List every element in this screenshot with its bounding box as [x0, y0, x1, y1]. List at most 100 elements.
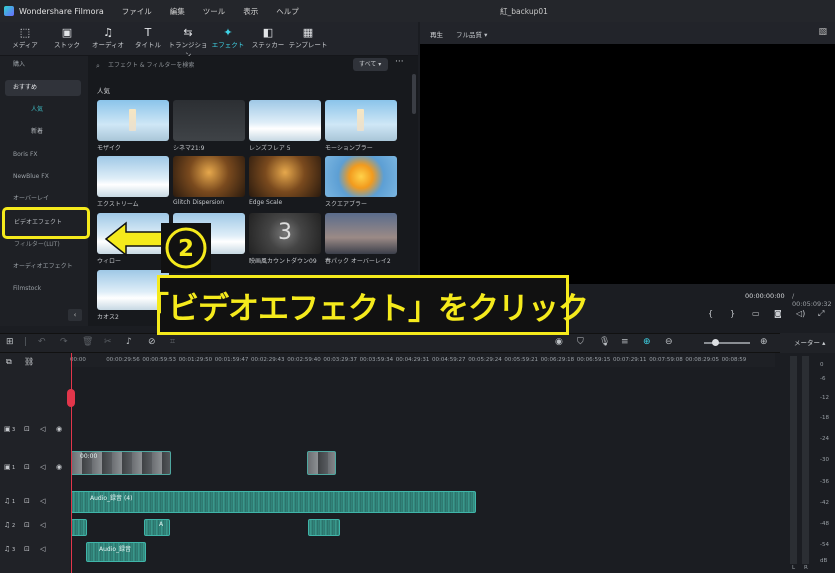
lock-icon[interactable]: ⊡ — [24, 545, 30, 553]
template-icon: ▦ — [302, 26, 314, 39]
tab-sticker[interactable]: ◧ ステッカー — [248, 26, 288, 49]
total-time: / 00:05:09:32 — [792, 292, 832, 308]
eye-icon[interactable]: ◉ — [56, 463, 62, 471]
menu-edit[interactable]: 編集 — [170, 6, 185, 17]
effect-card-extreme[interactable] — [97, 156, 169, 197]
tab-title[interactable]: T タイトル — [128, 26, 168, 49]
zoom-slider-knob[interactable] — [712, 339, 719, 346]
quality-dropdown[interactable]: フル品質 ▾ — [456, 29, 487, 39]
track-header-audio-3: ♫ 3 ⊡ ◁ — [0, 545, 70, 557]
lock-icon[interactable]: ⊡ — [24, 463, 30, 471]
sidebar-item-audio-effect[interactable]: オーディオエフェクト — [5, 259, 81, 275]
lock-icon[interactable]: ⊡ — [24, 425, 30, 433]
mark-in-icon[interactable]: { — [708, 309, 713, 318]
search-icon: ⌕ — [96, 62, 100, 70]
audio-clip[interactable] — [71, 519, 87, 536]
mute-icon[interactable]: ◁ — [40, 521, 45, 529]
effect-card-spring-overlay[interactable] — [325, 213, 397, 254]
menu-view[interactable]: 表示 — [243, 6, 258, 17]
meter-header[interactable]: メーター ▴ — [780, 333, 835, 353]
effect-card-edge-scale[interactable] — [249, 156, 321, 197]
camera-icon[interactable]: ◙ — [774, 309, 782, 318]
menu-file[interactable]: ファイル — [122, 6, 152, 17]
tab-audio[interactable]: ♫ オーディオ — [88, 26, 128, 49]
sidebar-item-purchased[interactable]: 購入 — [5, 57, 81, 73]
sidebar-item-popular[interactable]: 人気 — [5, 102, 81, 118]
delete-icon[interactable]: 🗑 — [82, 337, 93, 347]
audio-clip[interactable]: Audio_録音 — [86, 542, 146, 562]
sidebar-item-new[interactable]: 新着 — [5, 124, 81, 140]
mute-icon[interactable]: ◁ — [40, 463, 45, 471]
lock-icon[interactable]: ⊡ — [24, 497, 30, 505]
tab-transition[interactable]: ⇆ トランジション — [168, 26, 208, 59]
sidebar-item-filter-lut[interactable]: フィルター(LUT) — [14, 239, 60, 248]
snapshot-icon[interactable]: ▧ — [818, 27, 827, 37]
tab-stock[interactable]: ▣ ストック — [47, 26, 87, 49]
playback-tab[interactable]: 再生 — [430, 29, 443, 39]
mic-icon[interactable]: 🎙 — [599, 337, 610, 347]
menu-help[interactable]: ヘルプ — [276, 6, 299, 17]
audio-clip[interactable]: Audio_録音 (4) — [71, 491, 476, 513]
effect-card-square-blur[interactable] — [325, 156, 397, 197]
mark-out-icon[interactable]: } — [730, 309, 735, 318]
tab-template[interactable]: ▦ テンプレート — [288, 26, 328, 49]
playhead-handle[interactable] — [67, 389, 75, 407]
effect-card-lens-flare[interactable] — [249, 100, 321, 141]
undo-icon[interactable]: ↶ — [38, 337, 46, 347]
display-icon[interactable]: ▭ — [752, 309, 760, 318]
effect-label: Glitch Dispersion — [173, 199, 224, 206]
highlight-box — [2, 207, 90, 239]
fullscreen-icon[interactable]: ⤢ — [818, 309, 824, 319]
effect-card-cinema[interactable] — [173, 100, 245, 141]
render-icon[interactable]: ◉ — [555, 337, 563, 347]
filter-dropdown[interactable]: すべて ▾ — [353, 58, 388, 71]
mixer-icon[interactable]: ≡ — [621, 337, 629, 347]
cut-icon[interactable]: ✂ — [104, 337, 112, 347]
collapse-sidebar-button[interactable]: ‹ — [68, 309, 82, 321]
split-icon[interactable]: ⊘ — [148, 337, 156, 347]
layout-icon[interactable]: ⊞ — [6, 337, 14, 347]
more-options-icon[interactable]: ··· — [395, 57, 404, 67]
link-icon[interactable]: ⛓ — [24, 357, 34, 366]
audio-clip[interactable]: A — [144, 519, 170, 536]
browser-scrollbar[interactable] — [412, 74, 416, 114]
eye-icon[interactable]: ◉ — [56, 425, 62, 433]
redo-icon[interactable]: ↷ — [60, 337, 68, 347]
sidebar-item-newblue-fx[interactable]: NewBlue FX — [5, 169, 81, 185]
sidebar-item-boris-fx[interactable]: Boris FX — [5, 147, 81, 163]
sidebar-item-filmstock[interactable]: Filmstock — [5, 281, 81, 297]
tab-media[interactable]: ⬚ メディア — [5, 26, 45, 49]
sidebar-item-overlay[interactable]: オーバーレイ — [5, 191, 81, 207]
sidebar-item-recommended[interactable]: おすすめ — [5, 80, 81, 96]
timeline-tracks[interactable] — [70, 367, 775, 573]
preview-screen — [420, 44, 835, 284]
playhead[interactable] — [71, 353, 72, 573]
search-input[interactable]: ⌕ エフェクト & フィルターを検索 — [92, 59, 350, 73]
audio-clip[interactable] — [308, 519, 340, 536]
zoom-in-icon[interactable]: ⊕ — [760, 337, 768, 347]
mute-icon[interactable]: ◁ — [40, 545, 45, 553]
audio-stretch-icon[interactable]: ♪ — [126, 337, 132, 347]
video-clip[interactable] — [307, 451, 336, 475]
effect-card-mosaic[interactable] — [97, 100, 169, 141]
volume-icon[interactable]: ◁) — [796, 309, 805, 318]
menu-tools[interactable]: ツール — [203, 6, 226, 17]
video-clip[interactable]: 00:00 — [71, 451, 171, 475]
effect-card-countdown[interactable]: 3 — [249, 213, 321, 254]
tab-effect[interactable]: ✦ エフェクト — [208, 26, 248, 49]
ruler-tick-label: 00:02:29:43 — [251, 357, 285, 363]
lock-icon[interactable]: ⊡ — [24, 521, 30, 529]
ruler-tick-label: 00:02:59:40 — [287, 357, 321, 363]
effect-card-glitch-dispersion[interactable] — [173, 156, 245, 197]
effect-card-motion-blur[interactable] — [325, 100, 397, 141]
crop-icon[interactable]: ⌗ — [170, 337, 175, 347]
section-title: 人気 — [97, 87, 110, 95]
snap-icon[interactable]: ⊕ — [643, 337, 651, 347]
mute-icon[interactable]: ◁ — [40, 497, 45, 505]
zoom-out-icon[interactable]: ⊖ — [665, 337, 673, 347]
mute-icon[interactable]: ◁ — [40, 425, 45, 433]
marker-icon[interactable]: ⛉ — [577, 337, 584, 347]
add-track-icon[interactable]: ⧉ — [6, 357, 12, 367]
zoom-slider[interactable] — [704, 342, 750, 344]
clip-label: A — [159, 521, 164, 528]
